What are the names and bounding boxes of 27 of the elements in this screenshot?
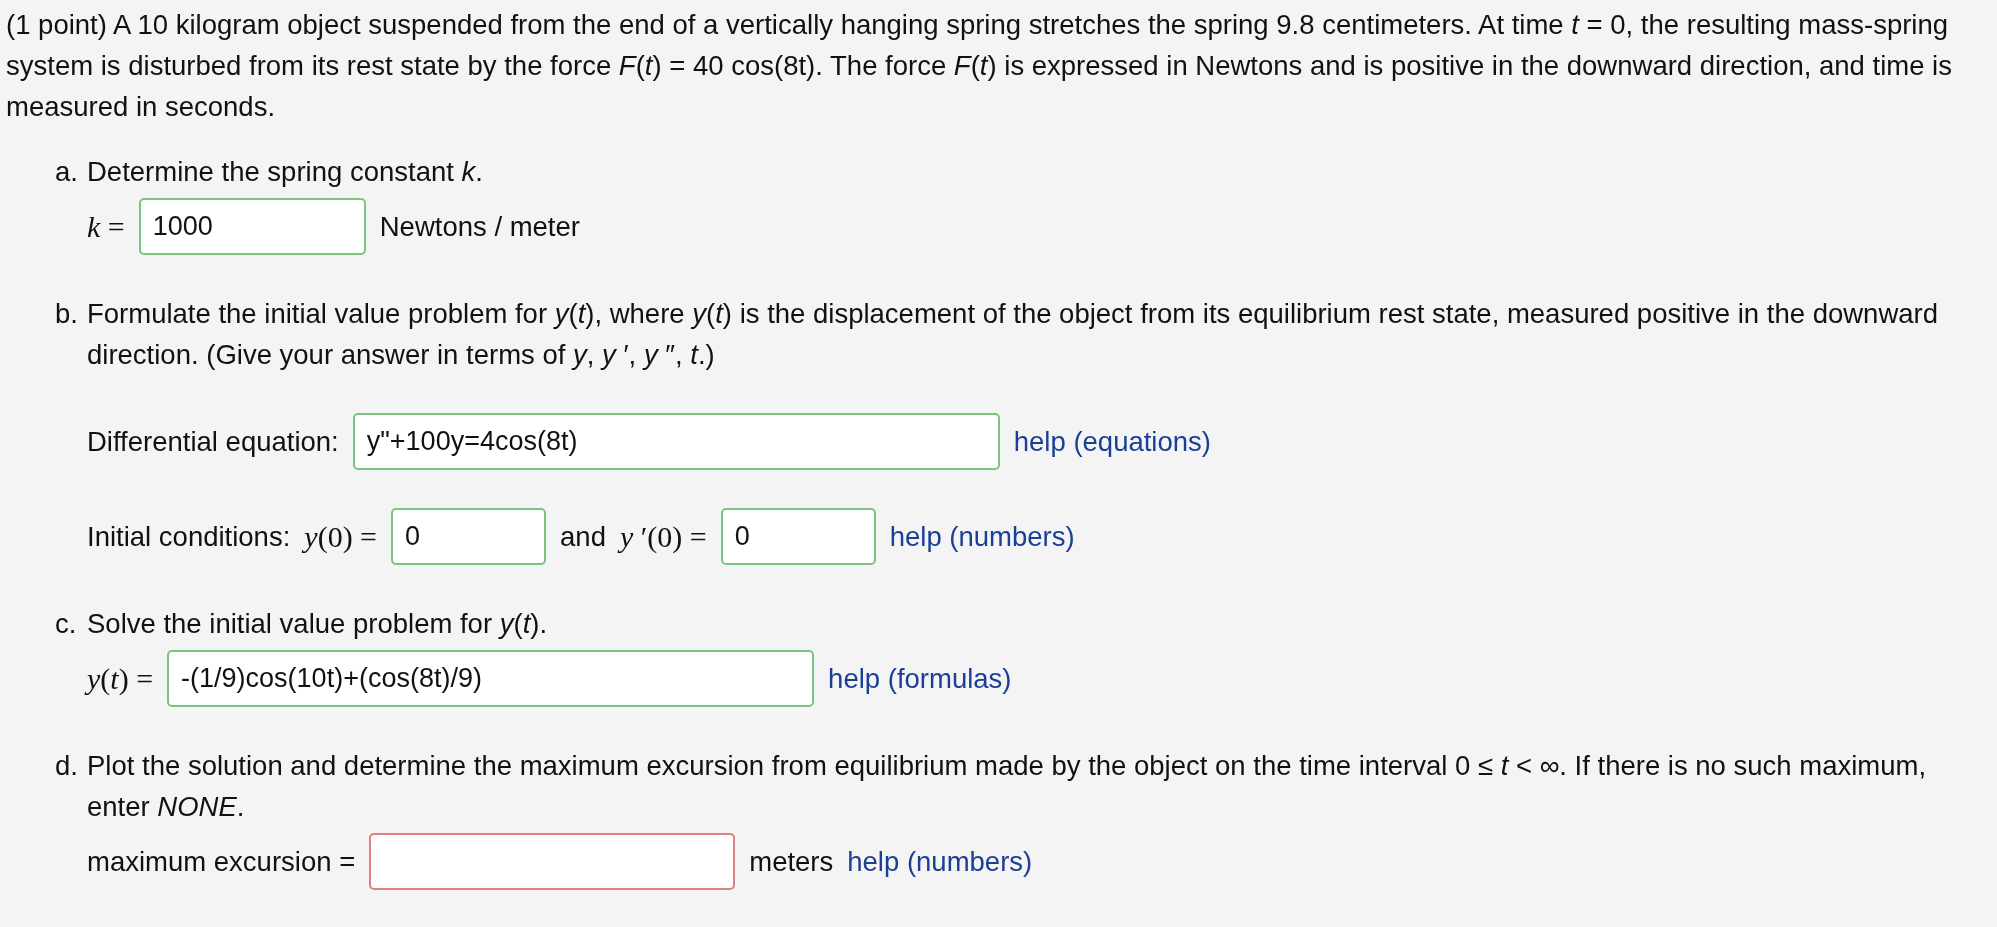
field-label: Newtons / meter (379, 210, 580, 244)
help-link[interactable]: help (numbers) (889, 516, 1075, 557)
field-label: Differential equation: (87, 425, 339, 459)
part-label: c. (55, 607, 78, 641)
help-link[interactable]: help (equations) (1013, 421, 1211, 462)
answer-field[interactable]: 0 (391, 508, 547, 565)
field-label: maximum excursion = (87, 845, 356, 879)
answer-field[interactable]: 0 (720, 508, 876, 565)
part-label: b. (55, 297, 79, 331)
part-label: d. (55, 749, 79, 783)
field-label: Initial conditions: (87, 520, 291, 554)
part-question: Formulate the initial value problem for y(t), where y(t) is the displacement of the object from its equilibrium rest state, measured positive in the downward direction. (Give your answer in terms of y, y ′, y ″, t.) (87, 297, 1939, 372)
answer-field[interactable]: y"+100y=4cos(8t) (352, 413, 1000, 470)
help-link[interactable]: help (formulas) (828, 658, 1012, 699)
part-question: Determine the spring constant k. (87, 155, 484, 189)
field-label: and (560, 520, 606, 554)
answer-field[interactable]: 1000 (138, 198, 366, 255)
math-label: y(0) = (304, 519, 378, 555)
field-label: meters (749, 845, 834, 879)
answer-field[interactable]: -(1/9)cos(10t)+(cos(8t)/9) (167, 650, 815, 707)
math-label: y ′(0) = (619, 519, 707, 555)
answer-field[interactable] (369, 833, 736, 890)
math-label: k = (87, 209, 125, 245)
help-link[interactable]: help (numbers) (847, 841, 1033, 882)
part-question: Plot the solution and determine the maximum excursion from equilibrium made by the object on the time interval 0 ≤ t < ∞. If there is no such maximum, enter NONE. (87, 749, 1928, 824)
part-label: a. (55, 155, 79, 189)
part-question: Solve the initial value problem for y(t). (87, 607, 549, 641)
